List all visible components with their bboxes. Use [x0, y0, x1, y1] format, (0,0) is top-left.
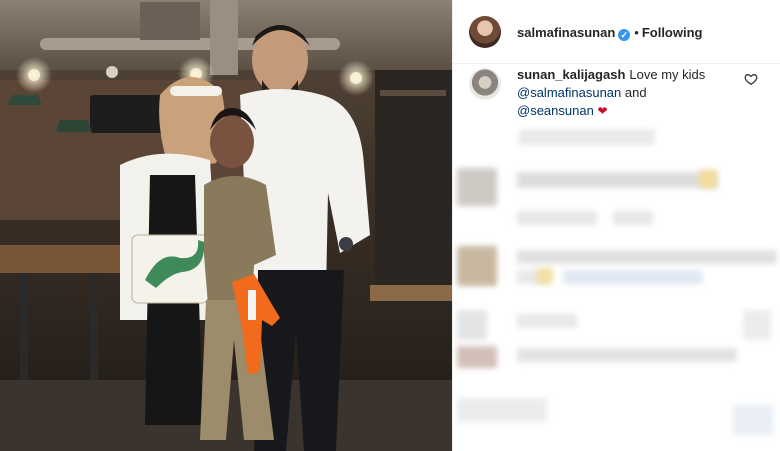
commenter-avatar[interactable]: [469, 68, 501, 100]
blur-block: [537, 268, 553, 284]
heart-outline-icon[interactable]: [744, 72, 758, 86]
comment-username[interactable]: sunan_kalijagash: [517, 67, 625, 82]
post-photo[interactable]: [0, 0, 452, 451]
blur-block: [733, 405, 773, 435]
red-heart-emoji: ❤: [597, 104, 608, 118]
post-photo-illustration: [0, 0, 452, 451]
comment-mention-1[interactable]: @salmafinasunan: [517, 85, 621, 100]
separator-dot: •: [634, 25, 639, 40]
blur-block: [457, 168, 497, 206]
blur-block: [743, 310, 771, 340]
blur-block: [519, 129, 655, 145]
blur-block: [517, 314, 577, 328]
owner-username[interactable]: salmafinasunan: [517, 25, 615, 40]
blur-block: [457, 398, 547, 422]
owner-info: salmafinasunan ✓ • Following: [517, 25, 702, 41]
comment-joiner: and: [624, 85, 647, 100]
blur-block: [699, 170, 717, 188]
blur-block: [517, 348, 737, 362]
comment-text: Love my kids: [629, 67, 706, 82]
blur-block: [517, 250, 777, 264]
blur-block: [457, 246, 497, 286]
blur-block: [457, 310, 487, 340]
post-header: salmafinasunan ✓ • Following: [453, 0, 780, 64]
blur-block: [563, 270, 703, 284]
comment-mention-2[interactable]: @seansunan: [517, 103, 594, 118]
comment-item: sunan_kalijagash Love my kids @salmafinas…: [517, 66, 737, 120]
blur-block: [517, 211, 597, 225]
follow-status-button[interactable]: Following: [642, 25, 703, 40]
verified-badge-icon: ✓: [618, 29, 631, 41]
blur-block: [517, 172, 717, 188]
post-side-panel: salmafinasunan ✓ • Following sunan_kalijaga…: [452, 0, 780, 451]
blur-block: [613, 211, 653, 225]
blur-block: [457, 346, 497, 368]
owner-avatar[interactable]: [469, 16, 501, 48]
